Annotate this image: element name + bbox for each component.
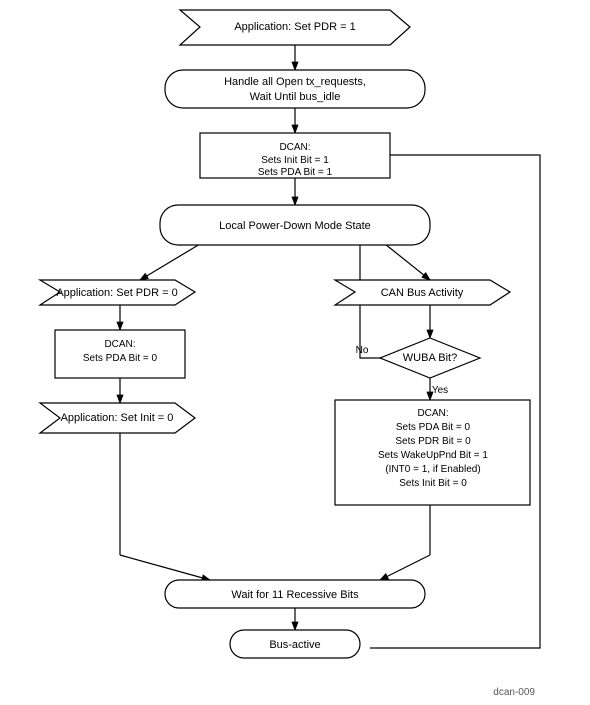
bus-active-label: Bus-active xyxy=(269,639,320,651)
dcan-sets-label6: Sets Init Bit = 0 xyxy=(399,478,467,489)
watermark: dcan-009 xyxy=(493,687,535,698)
dcan-sets-label1: DCAN: xyxy=(417,408,448,419)
set-pdr-0-label: Application: Set PDR = 0 xyxy=(56,287,177,299)
can-bus-activity-node: CAN Bus Activity xyxy=(335,280,510,305)
can-bus-activity-label: CAN Bus Activity xyxy=(381,287,464,299)
diagram-container: Application: Set PDR = 1 Handle all Open… xyxy=(0,0,590,705)
dcan-init-node: DCAN: Sets Init Bit = 1 Sets PDA Bit = 1 xyxy=(200,133,390,178)
dcan-pda-node: DCAN: Sets PDA Bit = 0 xyxy=(55,330,185,378)
dcan-init-label1: DCAN: xyxy=(279,142,310,153)
local-power-down-node: Local Power-Down Mode State xyxy=(160,205,430,245)
dcan-pda-label1: DCAN: xyxy=(104,339,135,350)
wuba-no-label: No xyxy=(356,345,369,356)
dcan-init-label3: Sets PDA Bit = 1 xyxy=(258,167,333,178)
dcan-pda-label2: Sets PDA Bit = 0 xyxy=(83,353,158,364)
handle-open-node: Handle all Open tx_requests, Wait Until … xyxy=(165,70,425,108)
set-init-0-label: Application: Set Init = 0 xyxy=(61,412,174,424)
wuba-bit-label: WUBA Bit? xyxy=(403,352,457,364)
set-init-0-node: Application: Set Init = 0 xyxy=(40,403,195,433)
wuba-bit-node: WUBA Bit? xyxy=(380,338,480,378)
set-pdr-node: Application: Set PDR = 1 xyxy=(180,10,410,45)
dcan-sets-label2: Sets PDA Bit = 0 xyxy=(396,422,471,433)
wait-recessive-node: Wait for 11 Recessive Bits xyxy=(165,580,425,608)
local-power-down-label: Local Power-Down Mode State xyxy=(219,220,371,232)
wait-recessive-label: Wait for 11 Recessive Bits xyxy=(231,589,359,601)
set-pdr-label: Application: Set PDR = 1 xyxy=(234,21,355,33)
handle-open-label1: Handle all Open tx_requests, xyxy=(224,76,366,88)
wuba-yes-label: Yes xyxy=(432,385,448,396)
dcan-sets-label4: Sets WakeUpPnd Bit = 1 xyxy=(378,450,488,461)
dcan-sets-label3: Sets PDR Bit = 0 xyxy=(395,436,471,447)
dcan-init-label2: Sets Init Bit = 1 xyxy=(261,155,329,166)
handle-open-label2: Wait Until bus_idle xyxy=(250,91,341,103)
bus-active-node: Bus-active xyxy=(230,630,360,658)
dcan-sets-node: DCAN: Sets PDA Bit = 0 Sets PDR Bit = 0 … xyxy=(335,400,530,505)
dcan-sets-label5: (INT0 = 1, if Enabled) xyxy=(385,464,480,475)
set-pdr-0-node: Application: Set PDR = 0 xyxy=(40,280,195,305)
